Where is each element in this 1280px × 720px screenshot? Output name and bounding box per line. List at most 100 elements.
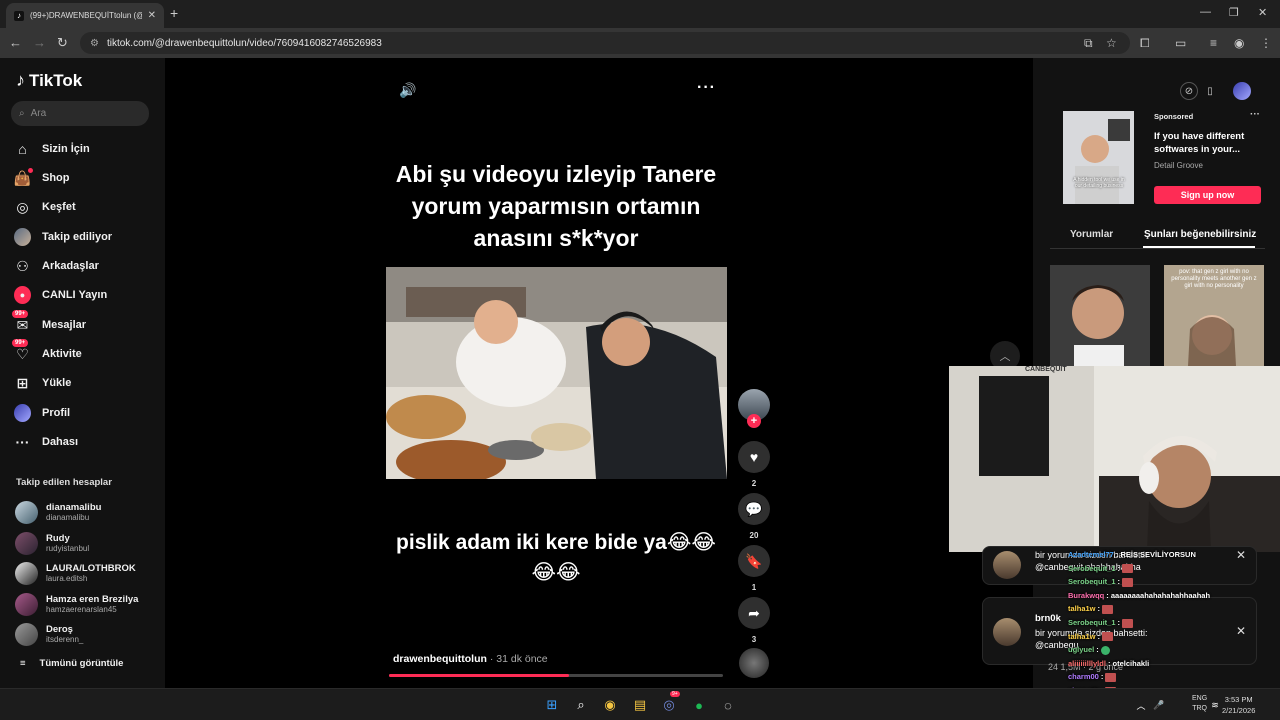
profile-avatar[interactable] [1233, 82, 1251, 100]
obs-icon[interactable]: ◌ [719, 696, 737, 714]
messages-icon: ✉ 99+ [12, 309, 31, 334]
account-handle: rudyistanbul [46, 543, 90, 553]
upload-icon: ⊞ [16, 374, 29, 391]
close-window-icon[interactable]: ✕ [1258, 6, 1267, 19]
back-icon[interactable]: ← [9, 35, 22, 50]
sidebar-item-label: Yükle [42, 377, 72, 389]
new-tab-button[interactable]: + [170, 5, 178, 21]
avatar [15, 500, 38, 524]
suggested-video[interactable]: pov: that gen z girl with no personality… [1164, 265, 1264, 366]
following-account[interactable]: LAURA/LOTHBROK laura.editsh [15, 560, 136, 586]
following-account[interactable]: Hamza eren Brezilya hamzaerenarslan45 [15, 591, 138, 617]
share-button[interactable]: ➦ 3 [738, 597, 770, 644]
search-input[interactable]: ⌕ Ara [11, 101, 149, 126]
windows-start-icon[interactable]: ⊞ [543, 696, 561, 714]
extensions-icon[interactable]: ⧠ [1140, 36, 1150, 51]
like-button[interactable]: ♥ 2 [738, 441, 770, 488]
video-frame[interactable] [386, 267, 727, 479]
save-button[interactable]: 🔖 1 [738, 545, 770, 592]
clock[interactable]: 3:53 PM 2/21/2026 [1222, 694, 1255, 716]
chat-message: talha1w: [1068, 604, 1114, 614]
profile-avatar-icon[interactable]: ◉ [1234, 36, 1244, 50]
volume-icon[interactable]: 🔊 [399, 82, 416, 99]
sidebar-item-activity[interactable]: ♡ 99+ Aktivite [12, 338, 82, 366]
browser-tab[interactable]: ♪ (99+)DRAWENBEQUİTtolun (@ ✕ [6, 3, 164, 28]
browser-tab-bar: ♪ (99+)DRAWENBEQUİTtolun (@ ✕ + — ❐ ✕ [0, 0, 1280, 28]
sidebar-item-explore[interactable]: ◎ Keşfet [14, 195, 75, 219]
file-explorer-icon[interactable]: ▤ [631, 696, 649, 714]
video-more-icon[interactable]: ··· [697, 79, 716, 97]
tiktok-logo[interactable]: ♪ TikTok [16, 70, 82, 91]
sidebar-item-more[interactable]: ··· Dahası [14, 430, 79, 454]
chat-username: Serobequit_1 [1068, 618, 1116, 627]
mic-icon[interactable]: 🎤 [1150, 696, 1168, 714]
chevron-up-icon[interactable]: ︿ [1132, 696, 1150, 714]
following-account[interactable]: dianamalibu dianamalibu [15, 499, 101, 525]
account-handle: dianamalibu [46, 512, 90, 522]
tab-you-may-like[interactable]: Şunları beğenebilirsiniz [1144, 229, 1256, 240]
site-info-icon[interactable]: ⚙ [90, 38, 99, 49]
ad-signup-button[interactable]: Sign up now [1154, 186, 1261, 204]
address-toolbar: ← → ↻ ⚙ tiktok.com/@drawenbequittolun/vi… [0, 28, 1280, 58]
following-account[interactable]: Deroş itsderenn_ [15, 621, 83, 647]
search-icon[interactable]: ⌕ [572, 696, 590, 714]
sidebar-item-messages[interactable]: ✉ 99+ Mesajlar [12, 309, 86, 337]
split-view-icon[interactable]: ▭ [1175, 36, 1186, 50]
language-indicator[interactable]: ENG TRQ [1192, 694, 1207, 714]
minimize-icon[interactable]: — [1200, 6, 1211, 18]
post-time: · 31 dk önce [489, 653, 548, 665]
device-icon[interactable]: ▯ [1201, 82, 1219, 100]
ad-title[interactable]: If you have different softwares in your.… [1154, 130, 1254, 156]
search-placeholder: Ara [30, 108, 47, 119]
bookmark-icon: 🔖 [738, 545, 770, 577]
chat-message: Serobequit_1: [1068, 577, 1134, 587]
sidebar-item-for-you[interactable]: ⌂ Sizin İçin [14, 137, 89, 161]
url-bar[interactable]: ⚙ tiktok.com/@drawenbequittolun/video/76… [80, 32, 1130, 54]
sidebar-item-profile[interactable]: Profil [14, 401, 70, 425]
chat-message: Serobequit_1: [1068, 563, 1134, 574]
ad-thumbnail[interactable]: A hidden tool we use in our detailing bu… [1063, 111, 1134, 204]
media-control-icon[interactable]: ≡ [1210, 36, 1217, 50]
close-tab-icon[interactable]: ✕ [148, 10, 156, 21]
video-progress-fill [389, 674, 570, 677]
sound-disc-icon[interactable] [739, 648, 769, 678]
follow-plus-icon[interactable]: + [747, 414, 761, 428]
sponsored-label: Sponsored [1154, 112, 1194, 121]
ad-brand: Detail Groove [1154, 161, 1203, 170]
discord-icon[interactable]: ◎ 9+ [660, 691, 680, 714]
tab-comments[interactable]: Yorumlar [1070, 229, 1113, 240]
compass-icon[interactable]: ⊘ [1180, 82, 1198, 100]
spotify-icon[interactable]: ● [690, 696, 708, 714]
sidebar-item-live[interactable]: ● CANLI Yayın [14, 283, 107, 307]
sidebar-item-following[interactable]: Takip ediliyor [14, 225, 112, 249]
avatar [15, 531, 38, 555]
suggested-video[interactable] [1050, 265, 1150, 366]
sidebar-item-upload[interactable]: ⊞ Yükle [14, 371, 72, 395]
menu-dots-icon[interactable]: ⋮ [1260, 36, 1272, 50]
bookmark-star-icon[interactable]: ☆ [1106, 36, 1117, 50]
sidebar-item-shop[interactable]: 👜 Shop [14, 166, 70, 190]
video-author[interactable]: drawenbequittolun · 31 dk önce [393, 653, 548, 665]
emote-icon [1122, 618, 1134, 628]
install-app-icon[interactable]: ⧉ [1084, 36, 1093, 51]
see-all-button[interactable]: ≡ Tümünü görüntüle [20, 658, 123, 669]
forward-icon[interactable]: → [33, 35, 46, 50]
sidebar-item-friends[interactable]: ⚇ Arkadaşlar [14, 254, 99, 278]
see-all-label: Tümünü görüntüle [39, 658, 124, 669]
emote-icon [1105, 672, 1117, 682]
ad-more-icon[interactable]: ··· [1250, 109, 1260, 120]
chat-username: uglyuel [1068, 645, 1095, 655]
avatar-icon [14, 228, 31, 246]
tiktok-icon: ♪ [16, 70, 25, 90]
notification-user: brn0k [1035, 613, 1061, 624]
reload-icon[interactable]: ↻ [57, 35, 68, 51]
chat-text: : REİS SEVİLİYORSUN [1115, 550, 1196, 559]
comment-button[interactable]: 💬 20 [738, 493, 770, 540]
account-handle: itsderenn_ [46, 634, 84, 644]
following-account[interactable]: Rudy rudyistanbul [15, 530, 89, 556]
restore-icon[interactable]: ❐ [1229, 6, 1239, 19]
video-progress-bar[interactable] [389, 674, 723, 677]
heart-icon: ♥ [738, 441, 770, 473]
chat-username: Serobequit_1 [1068, 563, 1116, 573]
chrome-icon[interactable]: ◉ [601, 696, 619, 714]
